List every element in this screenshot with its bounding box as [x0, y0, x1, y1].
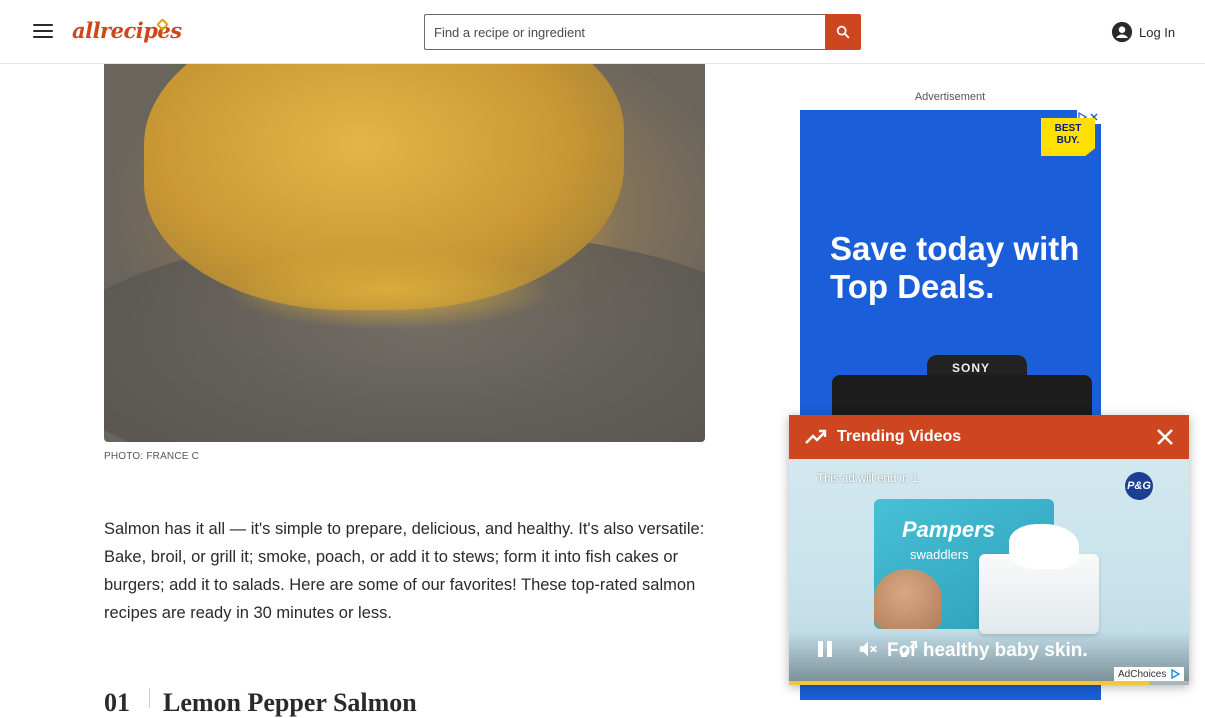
trending-icon [805, 429, 827, 444]
menu-icon[interactable] [30, 20, 56, 44]
adchoices-link[interactable]: AdChoices [1114, 667, 1185, 681]
list-item-title[interactable]: Lemon Pepper Salmon [163, 688, 417, 718]
search-bar [424, 14, 861, 50]
ad-headline: Save today with Top Deals. [830, 230, 1080, 305]
search-icon [836, 25, 850, 39]
best-buy-line1: BEST [1054, 123, 1082, 134]
video-player[interactable]: This ad will end in 1 P&G Pampers swaddl… [789, 459, 1189, 685]
trending-header: Trending Videos [789, 415, 1189, 459]
baby-image [874, 569, 942, 629]
ad-label: Advertisement [914, 91, 986, 103]
best-buy-logo: BEST BUY. [1041, 118, 1095, 156]
mute-icon[interactable] [857, 638, 879, 660]
account-icon [1111, 21, 1133, 43]
login-button[interactable]: Log In [1111, 20, 1175, 44]
wipe-tissue [1009, 524, 1079, 569]
product-brand: Pampers [902, 517, 995, 542]
list-item-divider [149, 688, 150, 708]
trending-title: Trending Videos [837, 428, 962, 445]
wipes-pack [979, 524, 1099, 634]
product-name: swaddlers [910, 547, 969, 562]
video-tagline: For healthy baby skin. [887, 640, 1088, 661]
search-input[interactable] [424, 14, 825, 50]
photo-credit: PHOTO: FRANCE C [104, 451, 200, 462]
login-label: Log In [1139, 24, 1176, 40]
adchoices-icon [1171, 669, 1181, 679]
pause-button[interactable] [815, 639, 835, 659]
progress-fill [789, 681, 1149, 685]
adchoices-label: AdChoices [1118, 668, 1167, 680]
close-icon[interactable] [1155, 427, 1175, 447]
search-button[interactable] [825, 14, 861, 50]
pg-logo: P&G [1125, 472, 1153, 500]
trending-videos-widget: Trending Videos This ad will end in 1 P&… [789, 415, 1189, 685]
best-buy-line2: BUY. [1056, 135, 1080, 146]
list-item-number: 01 [104, 688, 130, 717]
ad-countdown: This ad will end in 1 [817, 473, 918, 485]
sauce-shape [224, 250, 554, 330]
hero-photo [104, 0, 705, 442]
article-intro: Salmon has it all — it's simple to prepa… [104, 520, 705, 622]
camera-brand: SONY [952, 361, 991, 375]
site-header: allrecipes Log In [0, 0, 1205, 64]
